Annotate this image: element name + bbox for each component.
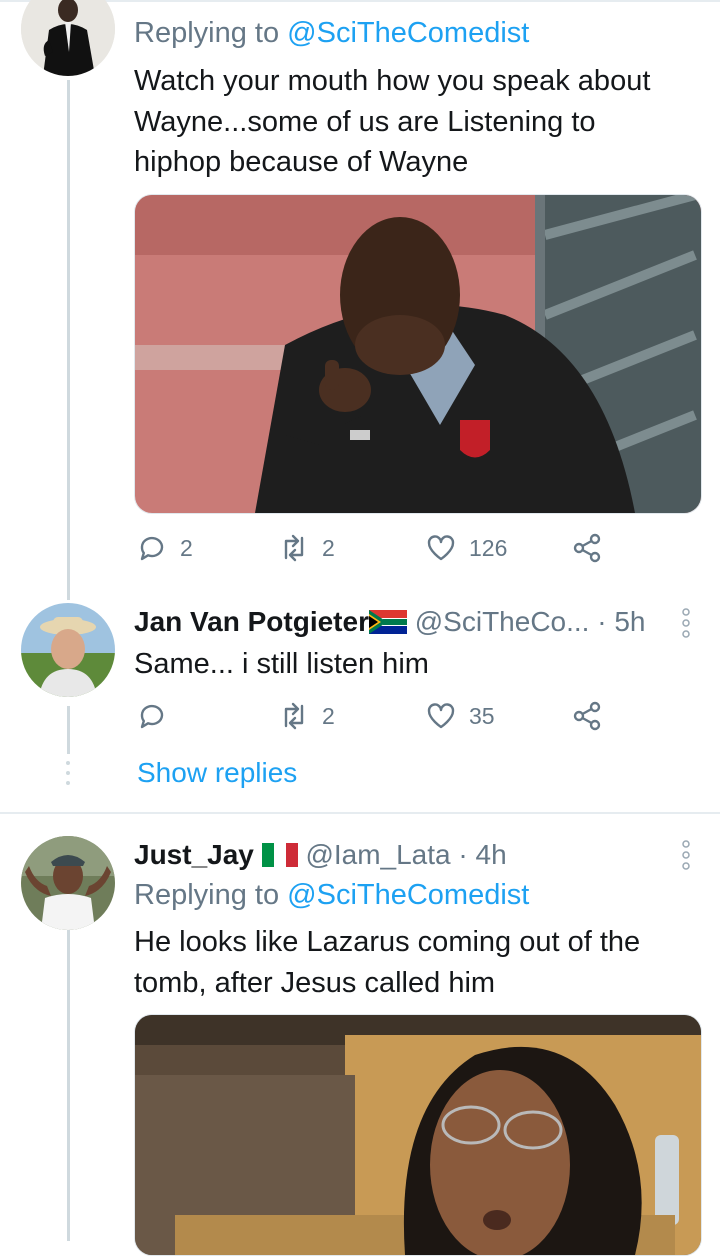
user-name-link[interactable]: Jan Van Potgieter [134,606,369,637]
tweet-header: Jan Van Potgieter @SciTheCo... · 5h [134,605,645,639]
like-count: 126 [469,534,508,561]
reply-icon [140,536,164,561]
thread-dots-icon [66,761,70,785]
replying-to: Replying to @SciTheComedist [134,16,529,51]
tweet-text-line: tomb, after Jesus called him [134,966,496,999]
thread-line [67,706,70,754]
avatar[interactable] [21,0,115,76]
top-divider [0,0,720,2]
reply-icon [140,704,164,729]
retweet-button[interactable]: 2 [278,532,335,564]
user-handle[interactable]: @SciTheCo... [415,606,590,637]
tweet-image[interactable] [134,1014,702,1256]
retweet-icon [284,702,304,730]
tweet-time[interactable]: · 4h [458,839,506,870]
reply-button[interactable]: 2 [136,532,193,564]
tweet-text: He looks like Lazarus coming out of the … [134,922,704,1003]
replying-handle-link[interactable]: @SciTheComedist [287,17,529,49]
replying-prefix: Replying to [134,17,280,49]
like-button[interactable]: 126 [425,532,507,564]
tweet-text: Watch your mouth how you speak about Way… [134,61,704,183]
share-icon [573,701,601,731]
tweet-time[interactable]: · 5h [597,606,645,637]
thread-line [67,80,70,600]
share-button[interactable] [572,532,616,564]
retweet-button[interactable]: 2 [278,700,335,732]
like-button[interactable]: 35 [425,700,495,732]
tweet-text: Same... i still listen him [134,648,429,680]
retweet-count: 2 [322,534,335,561]
share-icon [573,533,601,563]
more-icon[interactable] [679,838,693,872]
avatar[interactable] [21,603,115,697]
thread-line [67,930,70,1241]
more-icon[interactable] [679,606,693,640]
replying-handle-link[interactable]: @SciTheComedist [287,879,529,911]
tweet-text-line: He looks like Lazarus coming out of the [134,926,641,958]
tweet-image[interactable] [134,194,702,514]
user-handle[interactable]: @Iam_Lata [305,839,450,870]
tweet-text-line: Watch your mouth how you speak about [134,65,651,97]
italy-flag-icon [261,843,298,867]
tweet-text-line: Wayne...some of us are Listening to [134,105,596,138]
avatar[interactable] [21,836,115,930]
user-name-link[interactable]: Just_Jay [134,839,254,870]
replying-to: Replying to @SciTheComedist [134,878,529,913]
retweet-icon [284,534,304,562]
reply-button[interactable] [136,700,180,732]
like-icon [427,535,455,561]
retweet-count: 2 [322,702,335,729]
south-africa-flag-icon [368,610,407,634]
tweet-header: Just_Jay @Iam_Lata · 4h [134,838,507,872]
tweet-text-line: hiphop because of Wayne [134,146,469,179]
reply-count: 2 [180,534,193,561]
share-button[interactable] [572,700,616,732]
like-icon [427,703,455,729]
replying-prefix: Replying to [134,879,280,911]
tweet-divider [0,812,720,814]
like-count: 35 [469,702,495,729]
show-replies-link[interactable]: Show replies [137,757,297,789]
